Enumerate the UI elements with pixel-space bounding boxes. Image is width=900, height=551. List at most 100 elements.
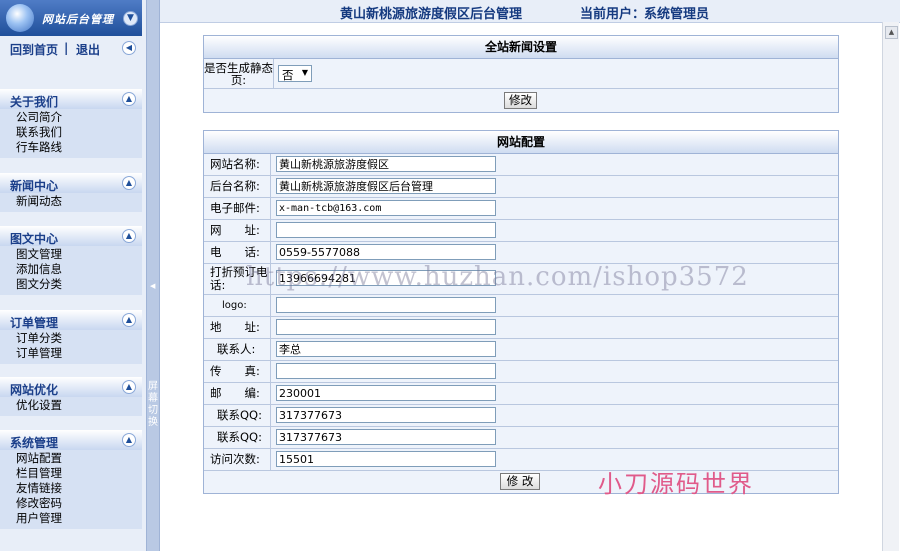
config-submit-button[interactable]: 修 改	[500, 473, 540, 490]
email-input[interactable]: x-man-tcb@163.com	[276, 200, 496, 216]
logout-link[interactable]: 退出	[76, 41, 100, 58]
menu-item-seo-settings[interactable]: 优化设置	[0, 398, 142, 413]
field-label: 后台名称:	[204, 176, 271, 197]
menu-item-company-intro[interactable]: 公司简介	[0, 110, 142, 125]
address-input[interactable]	[276, 319, 496, 335]
dropdown-arrow-icon: ▼	[301, 68, 308, 77]
menu-title: 系统管理	[10, 436, 59, 450]
logo-text: 网站后台管理	[42, 13, 114, 26]
sidebar-splitter[interactable]: ◀ 屏幕切换	[146, 0, 160, 551]
page-title: 黄山新桃源旅游度假区后台管理	[340, 7, 523, 22]
field-label: logo:	[204, 295, 271, 316]
arrow-left-icon[interactable]: ◀	[150, 282, 155, 290]
chevron-up-icon[interactable]: ▲	[122, 176, 136, 190]
field-row-website: 网 址:	[204, 220, 838, 242]
qq-input-2[interactable]: 317377673	[276, 429, 496, 445]
chevron-up-icon[interactable]: ▲	[122, 313, 136, 327]
contact-person-input[interactable]: 李总	[276, 341, 496, 357]
menu-title: 订单管理	[10, 316, 59, 330]
field-row-qq-2: 联系QQ: 317377673	[204, 427, 838, 449]
menu-title: 新闻中心	[10, 179, 59, 193]
menu-group-news: 新闻中心 ▲ 新闻动态	[0, 173, 142, 212]
static-page-select[interactable]: 否 ▼	[278, 65, 312, 82]
menu-item-column-manage[interactable]: 栏目管理	[0, 466, 142, 481]
field-label: 邮 编:	[204, 383, 271, 404]
menu-head-news[interactable]: 新闻中心 ▲	[0, 173, 142, 193]
logo-bar: 网站后台管理 ▼	[0, 0, 142, 36]
qq-input-1[interactable]: 317377673	[276, 407, 496, 423]
field-row-email: 电子邮件: x-man-tcb@163.com	[204, 198, 838, 220]
home-link[interactable]: 回到首页	[10, 41, 58, 58]
field-label: 联系QQ:	[204, 427, 271, 448]
news-submit-button[interactable]: 修改	[504, 92, 537, 109]
field-label: 联系人:	[204, 339, 271, 360]
menu-item-route[interactable]: 行车路线	[0, 140, 142, 155]
field-row-phone: 电 话: 0559-5577088	[204, 242, 838, 264]
site-config-title: 网站配置	[204, 131, 838, 154]
chevron-down-icon[interactable]: ▼	[123, 11, 138, 26]
splitter-label[interactable]: 屏幕切换	[148, 381, 158, 429]
menu-group-seo: 网站优化 ▲ 优化设置	[0, 377, 142, 416]
site-config-panel: 网站配置 网站名称: 黄山新桃源旅游度假区 后台名称: 黄山新桃源旅游度假区后台…	[203, 130, 839, 494]
static-page-select-value: 否	[282, 68, 294, 82]
admin-name-input[interactable]: 黄山新桃源旅游度假区后台管理	[276, 178, 496, 194]
logo-input[interactable]	[276, 297, 496, 313]
menu-item-change-password[interactable]: 修改密码	[0, 496, 142, 511]
visit-count-input[interactable]: 15501	[276, 451, 496, 467]
menu-item-order-manage[interactable]: 订单管理	[0, 346, 142, 361]
postcode-input[interactable]: 230001	[276, 385, 496, 401]
field-label: 电子邮件:	[204, 198, 271, 219]
chevron-up-icon[interactable]: ▲	[122, 380, 136, 394]
field-row-qq-1: 联系QQ: 317377673	[204, 405, 838, 427]
fax-input[interactable]	[276, 363, 496, 379]
static-page-row: 是否生成静态页: 否 ▼	[204, 59, 838, 89]
vertical-scrollbar[interactable]: ▲	[882, 22, 899, 551]
current-user-name: 系统管理员	[644, 7, 710, 22]
menu-title: 关于我们	[10, 95, 59, 109]
field-label: 联系QQ:	[204, 405, 271, 426]
menu-item-site-config[interactable]: 网站配置	[0, 451, 142, 466]
field-row-address: 地 址:	[204, 317, 838, 339]
menu-head-about[interactable]: 关于我们 ▲	[0, 89, 142, 109]
menu-group-gallery: 图文中心 ▲ 图文管理 添加信息 图文分类	[0, 226, 142, 295]
menu-item-user-manage[interactable]: 用户管理	[0, 511, 142, 526]
field-row-admin-name: 后台名称: 黄山新桃源旅游度假区后台管理	[204, 176, 838, 198]
menu-group-about: 关于我们 ▲ 公司简介 联系我们 行车路线	[0, 89, 142, 158]
phone-input[interactable]: 0559-5577088	[276, 244, 496, 260]
menu-body: 订单分类 订单管理	[0, 330, 142, 364]
field-row-fax: 传 真:	[204, 361, 838, 383]
current-user-label: 当前用户：	[580, 7, 646, 22]
menu-body: 公司简介 联系我们 行车路线	[0, 109, 142, 158]
chevron-up-icon[interactable]: ▲	[122, 433, 136, 447]
menu-item-contact-us[interactable]: 联系我们	[0, 125, 142, 140]
field-label: 地 址:	[204, 317, 271, 338]
menu-group-system: 系统管理 ▲ 网站配置 栏目管理 友情链接 修改密码 用户管理	[0, 430, 142, 529]
chevron-left-icon[interactable]: ◀	[122, 41, 136, 55]
site-name-input[interactable]: 黄山新桃源旅游度假区	[276, 156, 496, 172]
menu-head-gallery[interactable]: 图文中心 ▲	[0, 226, 142, 246]
website-input[interactable]	[276, 222, 496, 238]
static-page-label: 是否生成静态页:	[204, 59, 274, 88]
chevron-up-icon[interactable]: ▲	[122, 229, 136, 243]
field-row-logo: logo:	[204, 295, 838, 317]
menu-body: 网站配置 栏目管理 友情链接 修改密码 用户管理	[0, 450, 142, 529]
signature-text: 小刀源码世界	[598, 470, 754, 498]
menu-head-seo[interactable]: 网站优化 ▲	[0, 377, 142, 397]
menu-item-order-category[interactable]: 订单分类	[0, 331, 142, 346]
menu-head-system[interactable]: 系统管理 ▲	[0, 430, 142, 450]
field-row-contact: 联系人: 李总	[204, 339, 838, 361]
menu-head-orders[interactable]: 订单管理 ▲	[0, 310, 142, 330]
menu-item-gallery-category[interactable]: 图文分类	[0, 277, 142, 292]
news-submit-row: 修改	[204, 89, 838, 112]
field-row-postcode: 邮 编: 230001	[204, 383, 838, 405]
field-label: 网 址:	[204, 220, 271, 241]
menu-item-gallery-manage[interactable]: 图文管理	[0, 247, 142, 262]
quick-links: 回到首页 | 退出 ◀	[0, 38, 142, 58]
chevron-up-icon[interactable]: ▲	[122, 92, 136, 106]
menu-item-add-info[interactable]: 添加信息	[0, 262, 142, 277]
menu-title: 网站优化	[10, 383, 59, 397]
scroll-up-icon[interactable]: ▲	[885, 26, 898, 39]
top-header: 黄山新桃源旅游度假区后台管理 当前用户： 系统管理员	[160, 0, 900, 23]
menu-item-news-updates[interactable]: 新闻动态	[0, 194, 142, 209]
menu-item-friend-links[interactable]: 友情链接	[0, 481, 142, 496]
